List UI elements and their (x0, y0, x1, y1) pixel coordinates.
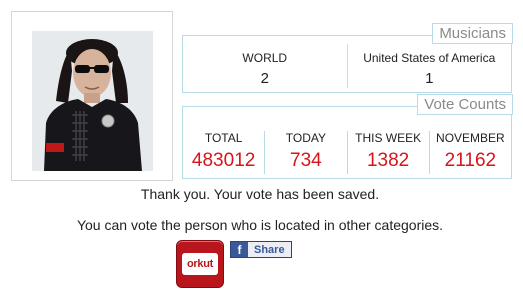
country-rank: United States of America 1 (346, 44, 512, 88)
other-categories-message: You can vote the person who is located i… (76, 217, 444, 233)
person-photo-frame (11, 11, 173, 181)
world-rank-label: WORLD (242, 51, 288, 65)
musicians-panel: Musicians WORLD 2 United States of Ameri… (182, 23, 513, 93)
person-photo (32, 31, 153, 171)
vote-week-value: 1382 (366, 150, 410, 171)
vote-saved-message: Thank you. Your vote has been saved. (140, 186, 380, 202)
facebook-share-label: Share (248, 242, 291, 257)
vote-total-label: TOTAL (204, 131, 243, 145)
orkut-share-button[interactable]: orkut (176, 240, 224, 288)
vote-month: NOVEMBER 21162 (428, 131, 511, 174)
vote-total-value: 483012 (191, 150, 256, 171)
vote-counts-panel: Vote Counts TOTAL 483012 TODAY 734 THIS … (182, 94, 513, 179)
world-rank-value: 2 (260, 70, 269, 87)
vote-week: THIS WEEK 1382 (346, 131, 429, 174)
vote-total: TOTAL 483012 (183, 131, 264, 174)
country-rank-label: United States of America (363, 51, 496, 65)
facebook-icon: f (231, 242, 248, 257)
vote-today-label: TODAY (285, 131, 326, 145)
facebook-share-button[interactable]: f Share (230, 241, 292, 258)
orkut-label: orkut (186, 258, 213, 270)
vote-month-label: NOVEMBER (436, 131, 505, 145)
world-rank: WORLD 2 (183, 44, 347, 88)
country-rank-value: 1 (425, 70, 434, 87)
vote-month-value: 21162 (444, 150, 497, 171)
vote-result-page: Musicians WORLD 2 United States of Ameri… (0, 0, 523, 303)
vote-counts-title: Vote Counts (417, 94, 513, 115)
vote-today: TODAY 734 (264, 131, 346, 174)
musicians-title: Musicians (432, 23, 513, 44)
vote-week-label: THIS WEEK (355, 131, 422, 145)
vote-today-value: 734 (290, 150, 322, 171)
orkut-icon: orkut (182, 253, 218, 275)
